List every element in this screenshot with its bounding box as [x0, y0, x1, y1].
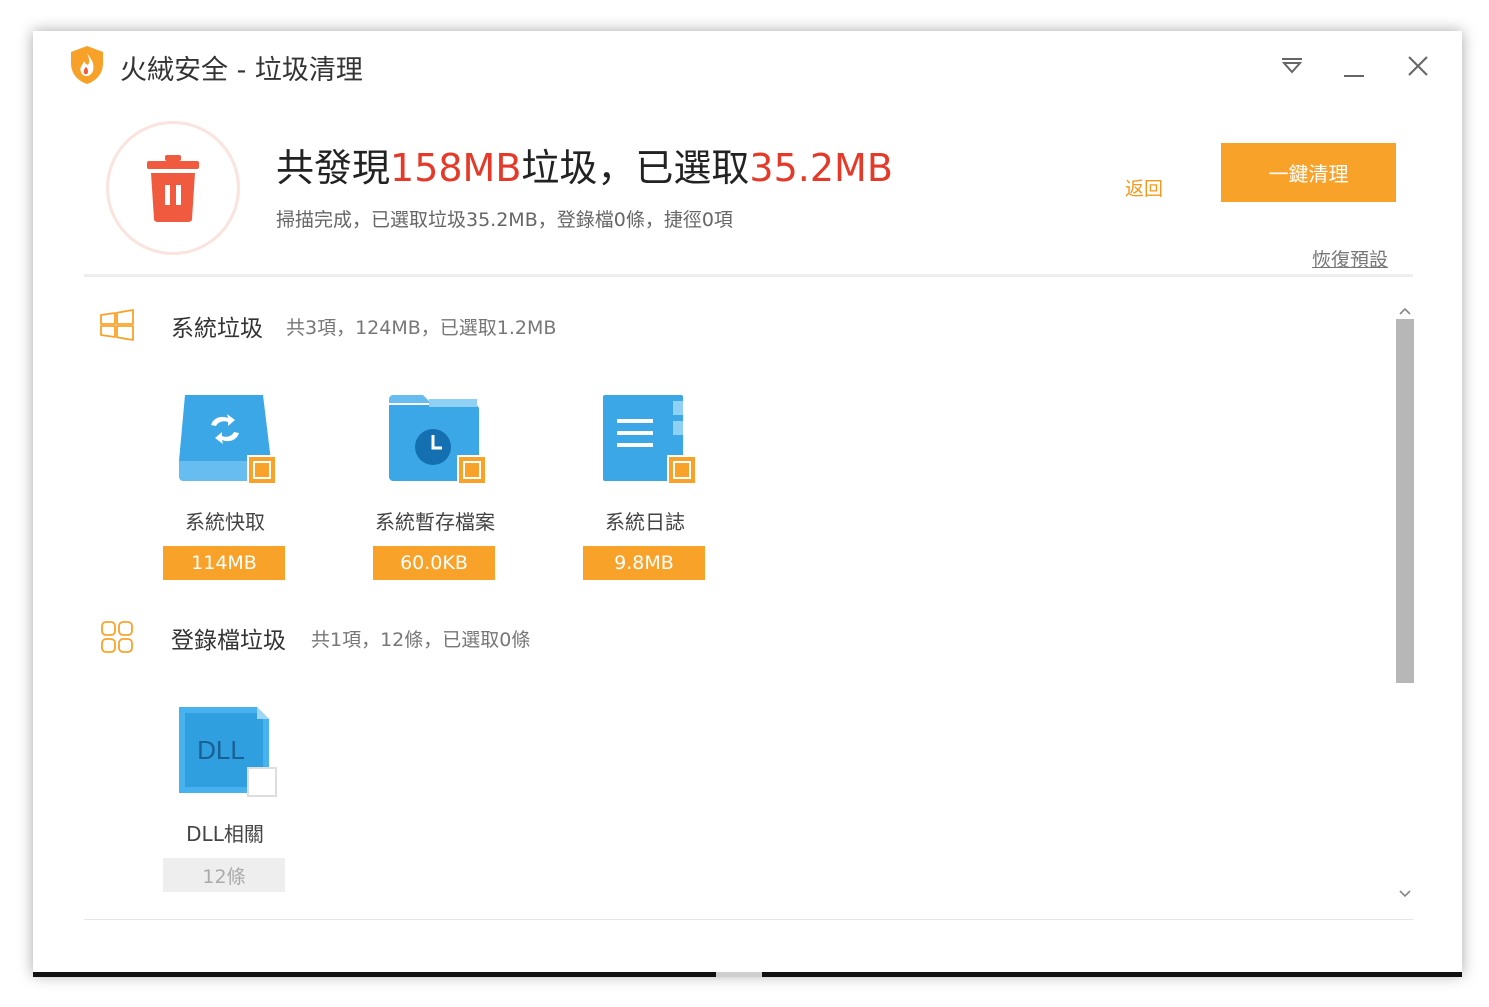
- item-label: 系統日誌: [605, 510, 685, 534]
- window-title: 火絨安全 - 垃圾清理: [120, 55, 363, 86]
- app-window: 火絨安全 - 垃圾清理 共發現158MB垃圾，已選取35.2MB 掃描完成，已選…: [33, 31, 1462, 975]
- item-system-cache[interactable]: 系統快取 114MB: [163, 391, 287, 591]
- item-system-temp-files[interactable]: 系統暫存檔案 60.0KB: [373, 391, 497, 591]
- item-checkbox[interactable]: [247, 455, 277, 485]
- item-system-logs[interactable]: 系統日誌 9.8MB: [583, 391, 707, 591]
- item-label: 系統快取: [185, 510, 265, 534]
- title-bar: 火絨安全 - 垃圾清理: [33, 31, 1462, 101]
- header-divider: [84, 274, 1413, 277]
- minimize-button[interactable]: [1337, 49, 1371, 83]
- scan-result-headline: 共發現158MB垃圾，已選取35.2MB: [276, 137, 893, 192]
- headline-prefix: 共發現: [276, 146, 391, 190]
- item-checkbox[interactable]: [247, 767, 277, 797]
- scroll-down-button[interactable]: [1395, 884, 1415, 904]
- dll-label: DLL: [197, 735, 245, 765]
- restore-defaults-link[interactable]: 恢復預設: [1312, 245, 1388, 272]
- close-button[interactable]: [1401, 49, 1435, 83]
- section-title: 登錄檔垃圾: [171, 628, 286, 654]
- section-system-junk: 系統垃圾 共3項，124MB，已選取1.2MB: [33, 303, 1333, 343]
- selected-value: 35.2MB: [749, 146, 893, 190]
- huorong-logo-icon: [71, 46, 103, 84]
- chevron-down-icon: [1399, 890, 1411, 898]
- scroll-up-button[interactable]: [1395, 301, 1415, 321]
- back-link[interactable]: 返回: [1125, 174, 1163, 201]
- item-label: 系統暫存檔案: [375, 510, 495, 534]
- one-click-clean-button[interactable]: 一鍵清理: [1221, 143, 1396, 202]
- minimize-icon: [1344, 75, 1364, 77]
- menu-dropdown-button[interactable]: [1275, 49, 1309, 83]
- item-dll-related[interactable]: DLL DLL相關 12條: [163, 703, 287, 903]
- dropdown-menu-icon: [1281, 58, 1303, 74]
- item-size-badge: 9.8MB: [583, 546, 705, 580]
- chevron-up-icon: [1399, 307, 1411, 315]
- footer-divider: [84, 919, 1413, 920]
- trash-status-badge: [106, 121, 240, 255]
- section-meta: 共1項，12條，已選取0條: [311, 629, 531, 651]
- headline-middle: 垃圾，已選取: [521, 146, 750, 190]
- windows-icon: [100, 309, 134, 341]
- total-found-value: 158MB: [390, 146, 522, 190]
- item-label: DLL相關: [186, 822, 264, 846]
- section-registry-junk: 登錄檔垃圾 共1項，12條，已選取0條: [33, 615, 1333, 655]
- item-size-badge: 60.0KB: [373, 546, 495, 580]
- junk-list: 系統垃圾 共3項，124MB，已選取1.2MB 系統快取 114MB 系統暫存檔…: [33, 281, 1393, 917]
- taskbar-strip: [33, 972, 1462, 977]
- item-checkbox[interactable]: [457, 455, 487, 485]
- section-title: 系統垃圾: [171, 316, 263, 342]
- trash-can-icon: [147, 155, 199, 222]
- close-icon: [1408, 56, 1428, 76]
- item-size-badge: 12條: [163, 858, 285, 892]
- scan-result-subline: 掃描完成，已選取垃圾35.2MB，登錄檔0條，捷徑0項: [276, 209, 733, 231]
- item-size-badge: 114MB: [163, 546, 285, 580]
- scrollbar-thumb[interactable]: [1396, 319, 1414, 683]
- item-checkbox[interactable]: [667, 455, 697, 485]
- section-meta: 共3項，124MB，已選取1.2MB: [286, 317, 557, 339]
- registry-icon: [101, 621, 133, 653]
